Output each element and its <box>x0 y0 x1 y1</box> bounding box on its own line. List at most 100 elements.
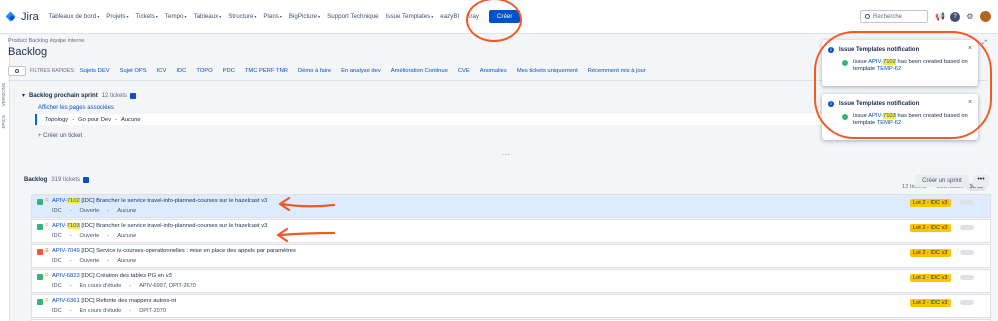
separator: - <box>129 283 132 289</box>
quick-filter-anomalies[interactable]: Anomalies <box>480 68 507 74</box>
nav-item-boards[interactable]: Tableaux▾ <box>194 13 222 20</box>
nav-item-dashboards[interactable]: Tableaux de bord▾ <box>49 13 100 20</box>
notification-title: Issue Templates notification <box>839 47 920 53</box>
check-circle-icon <box>842 114 848 120</box>
quick-filter-icv[interactable]: ICV <box>157 68 167 74</box>
help-icon[interactable]: ? <box>950 11 960 22</box>
backlog-issue-row[interactable]: ≡ APIV-7049 [IDC] Service iv-courses-ope… <box>31 244 991 268</box>
estimate-pill <box>960 225 974 230</box>
create-ticket-button[interactable]: + Créer un ticket <box>38 133 82 139</box>
quick-filter-en-analyse[interactable]: En analyse dev <box>341 68 381 74</box>
sprint-issue-row[interactable]: Topology - Go pour Dev - Aucune <box>35 114 835 125</box>
search-input[interactable]: Recherche <box>860 10 928 23</box>
megaphone-icon[interactable]: 📢 <box>935 12 945 22</box>
quick-filter-demo[interactable]: Démo à faire <box>298 68 331 74</box>
issue-key[interactable]: APIV-6823 <box>52 273 80 279</box>
nav-item-xray[interactable]: Xray <box>466 13 479 20</box>
separator: - <box>69 208 72 214</box>
quick-filter-sujet-ops[interactable]: Sujet OPS <box>120 68 147 74</box>
nav-item-plans[interactable]: Plans▾ <box>263 13 282 20</box>
quick-filter-idc[interactable]: IDC <box>176 68 186 74</box>
drag-handle[interactable]: ... <box>502 150 511 157</box>
estimate-pill <box>960 200 974 205</box>
jira-logo[interactable]: Jira <box>6 11 39 23</box>
issue-link[interactable]: APIV-7103 <box>868 113 896 119</box>
nav-item-projects[interactable]: Projets▾ <box>106 13 128 20</box>
backlog-header[interactable]: Backlog 319 tickets <box>24 177 90 183</box>
issue-key[interactable]: APIV-7103 <box>52 223 80 229</box>
gear-icon[interactable]: ⚙ <box>965 12 975 22</box>
quick-filter-tmc-perf-tnr[interactable]: TMC PERF TNR <box>245 68 288 74</box>
sprint-header[interactable]: ▾ Backlog prochain sprint 12 tickets <box>22 92 137 99</box>
notification-message: Issue APIV-7102 has been created based o… <box>853 59 968 72</box>
issue-status: En cours d'étude <box>79 283 122 289</box>
lot-badge[interactable]: Lot 2 - IDC v3 <box>910 249 951 257</box>
backlog-issue-row[interactable]: = APIV-7103 [IDC] Brancher le service tr… <box>31 219 991 243</box>
sprint-count: 12 tickets <box>101 92 128 99</box>
quick-filter-sujets-dev[interactable]: Sujets DEV <box>80 68 110 74</box>
info-icon: i <box>828 101 834 107</box>
nav-item-eazybi[interactable]: eazyBI <box>440 13 459 20</box>
nav-item-tempo[interactable]: Tempo▾ <box>165 13 187 20</box>
template-link[interactable]: TEMP-62 <box>877 120 901 126</box>
expand-icon[interactable]: ⤢ <box>982 40 987 47</box>
issue-extra: Aucune <box>117 208 137 214</box>
nav-item-structure[interactable]: Structure▾ <box>228 13 256 20</box>
lot-badge[interactable]: Lot 2 - IDC v3 <box>910 274 951 282</box>
estimate-pill <box>960 250 974 255</box>
issue-key[interactable]: APIV-6361 <box>52 298 80 304</box>
close-icon[interactable]: × <box>968 45 972 52</box>
more-actions-button[interactable]: ••• <box>973 175 989 187</box>
avatar[interactable] <box>980 11 991 22</box>
separator: - <box>107 208 110 214</box>
separator: - <box>69 258 72 264</box>
issue-summary: [IDC] Service iv-courses-operationnelles… <box>81 248 296 254</box>
quick-filter-pdc[interactable]: PDC <box>223 68 235 74</box>
issue-extra: DPIT-2070 <box>139 308 166 314</box>
lot-badge[interactable]: Lot 2 - IDC v3 <box>910 224 951 232</box>
linked-pages-link[interactable]: Afficher les pages associées <box>38 105 114 111</box>
versions-tab[interactable]: VERSIONS <box>1 83 6 106</box>
issue-component: IDC <box>52 233 62 239</box>
issue-summary: [IDC] Brancher le service travel-info-pl… <box>81 198 268 204</box>
backlog-issue-row[interactable]: = APIV-6361 [IDC] Refonte des mappers au… <box>31 294 991 318</box>
issue-link[interactable]: APIV-7102 <box>868 59 896 65</box>
template-link[interactable]: TEMP-62 <box>877 66 901 72</box>
priority-medium-icon: = <box>45 298 49 304</box>
nav-item-bigpicture[interactable]: BigPicture▾ <box>289 13 320 20</box>
separator: - <box>69 283 72 289</box>
separator: - <box>129 308 132 314</box>
separator: - <box>107 258 110 264</box>
lot-badge[interactable]: Lot 2 - IDC v3 <box>910 199 951 207</box>
estimate-pill <box>960 300 974 305</box>
chevron-down-icon[interactable]: ▾ <box>22 92 25 99</box>
backlog-issue-row[interactable]: = APIV-7102 [IDC] Brancher le service tr… <box>31 194 991 218</box>
nav-item-support[interactable]: Support Technique <box>327 13 379 20</box>
close-icon[interactable]: × <box>968 99 972 106</box>
quick-filter-amelioration[interactable]: Amélioration Continue <box>391 68 448 74</box>
quick-filter-recent[interactable]: Récemment mis à jour <box>588 68 646 74</box>
priority-high-icon: ≡ <box>45 248 49 254</box>
quick-filter-cve[interactable]: CVE <box>458 68 470 74</box>
story-icon <box>37 224 43 230</box>
epics-tab[interactable]: EPICS <box>1 115 6 129</box>
story-icon <box>37 274 43 280</box>
info-icon: i <box>828 47 834 53</box>
create-button[interactable]: Créer <box>488 10 521 23</box>
breadcrumb[interactable]: Product Backlog équipe interne <box>8 38 84 44</box>
sprint-name: Backlog prochain sprint <box>29 92 98 99</box>
notification-title: Issue Templates notification <box>839 101 920 107</box>
nav-item-issues[interactable]: Tickets▾ <box>136 13 158 20</box>
lot-badge[interactable]: Lot 2 - IDC v3 <box>910 299 951 307</box>
issue-component: IDC <box>52 308 62 314</box>
quick-filter-topo[interactable]: TOPO <box>196 68 212 74</box>
quick-filter-mes-tickets[interactable]: Mes tickets uniquement <box>517 68 578 74</box>
issue-key[interactable]: APIV-7102 <box>52 198 80 204</box>
backlog-issue-row[interactable]: = APIV-6823 [IDC] Création des tables PG… <box>31 269 991 293</box>
nav-item-issue-templates[interactable]: Issue Templates▾ <box>386 13 434 20</box>
create-sprint-button[interactable]: Créer un sprint <box>915 175 969 187</box>
backlog-search-button[interactable] <box>8 66 26 76</box>
priority-medium-icon: = <box>45 198 49 204</box>
issue-key[interactable]: APIV-7049 <box>52 248 80 254</box>
story-icon <box>37 299 43 305</box>
